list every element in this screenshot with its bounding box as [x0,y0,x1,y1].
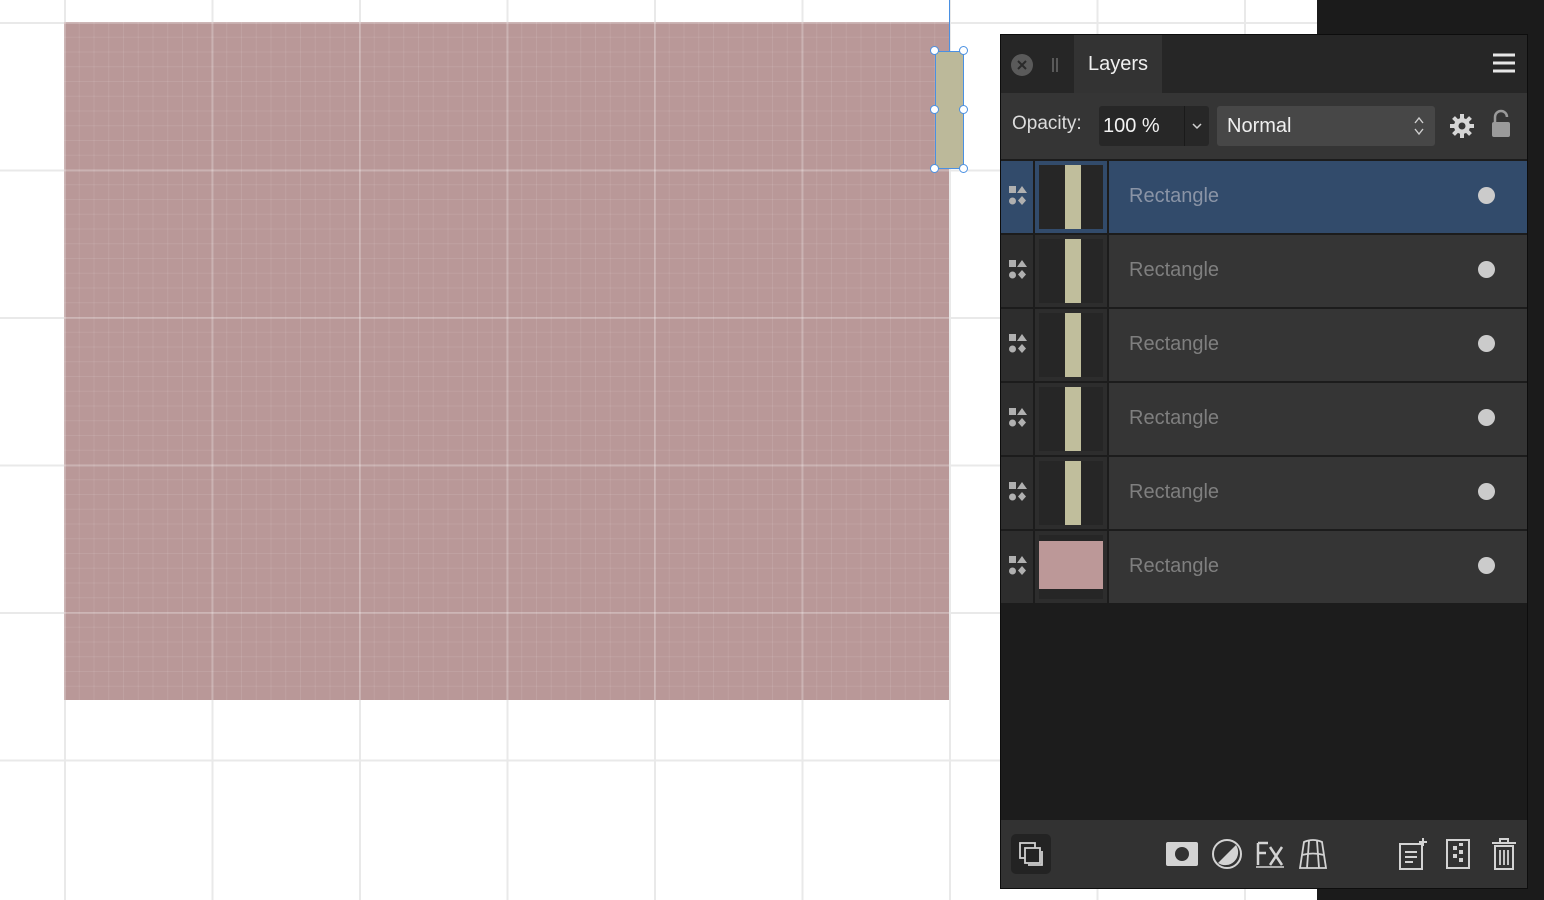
large-rectangle-shape[interactable] [64,22,949,700]
layer-name[interactable]: Rectangle [1129,555,1219,578]
blend-mode-select[interactable]: Normal [1217,106,1435,146]
shape-type-icon [1008,407,1028,431]
layer-thumbnail-cell [1035,457,1109,529]
adjustment-icon[interactable] [1207,834,1247,874]
layer-type-cell [1001,383,1035,455]
mask-icon[interactable] [1162,834,1202,874]
layer-name[interactable]: Rectangle [1129,407,1219,430]
resize-handle-bottom-left[interactable] [930,164,939,173]
shape-type-icon [1008,259,1028,283]
visibility-dot-icon[interactable] [1478,557,1495,574]
layer-thumbnail [1039,313,1103,377]
up-down-arrows-icon [1413,114,1425,138]
visibility-dot-icon[interactable] [1478,261,1495,278]
shape-type-icon [1008,555,1028,579]
layer-name[interactable]: Rectangle [1129,185,1219,208]
layer-thumbnail-cell [1035,309,1109,381]
shape-type-icon [1008,185,1028,209]
layers-panel: Layers Opacity: 100 % Normal Rectangle R… [1000,34,1528,889]
add-pixel-layer-icon[interactable] [1438,834,1478,874]
visibility-dot-icon[interactable] [1478,187,1495,204]
layer-type-cell [1001,235,1035,307]
opacity-field[interactable]: 100 % [1099,106,1209,146]
snapping-guide [949,0,950,52]
panel-header: Layers [1001,35,1527,93]
layer-type-cell [1001,531,1035,603]
layer-name[interactable]: Rectangle [1129,481,1219,504]
resize-handle-bottom-right[interactable] [959,164,968,173]
layer-thumbnail-cell [1035,531,1109,603]
layer-name[interactable]: Rectangle [1129,259,1219,282]
layer-thumbnail [1039,239,1103,303]
gear-icon[interactable] [1449,113,1475,139]
opacity-value[interactable]: 100 % [1103,115,1160,138]
layers-list: Rectangle Rectangle Rectangle Rectangle … [1001,159,1527,603]
shape-type-icon [1008,481,1028,505]
layer-toolbar: Opacity: 100 % Normal [1001,93,1527,159]
shape-type-icon [1008,333,1028,357]
tab-layers[interactable]: Layers [1074,35,1162,93]
layer-thumbnail [1039,461,1103,525]
blend-mode-value: Normal [1227,115,1292,137]
add-layer-icon[interactable] [1393,834,1433,874]
resize-handle-middle-left[interactable] [930,105,939,114]
fx-icon[interactable] [1250,834,1290,874]
layer-thumbnail-cell [1035,383,1109,455]
chevron-down-icon[interactable] [1185,106,1209,146]
layer-name[interactable]: Rectangle [1129,333,1219,356]
layer-type-cell [1001,309,1035,381]
visibility-dot-icon[interactable] [1478,483,1495,500]
resize-handle-top-right[interactable] [959,46,968,55]
layer-type-cell [1001,457,1035,529]
lock-icon[interactable] [1490,109,1512,139]
menu-icon[interactable] [1493,53,1515,73]
grip-icon[interactable] [1050,57,1060,73]
layer-row[interactable]: Rectangle [1001,233,1527,307]
layers-stack-icon[interactable] [1011,834,1051,874]
visibility-dot-icon[interactable] [1478,409,1495,426]
layer-row[interactable]: Rectangle [1001,381,1527,455]
layer-row[interactable]: Rectangle [1001,159,1527,233]
close-icon[interactable] [1011,54,1033,76]
layer-type-cell [1001,161,1035,233]
layer-thumbnail [1039,387,1103,451]
opacity-label: Opacity: [1012,113,1082,134]
mesh-warp-icon[interactable] [1293,834,1333,874]
layer-row[interactable]: Rectangle [1001,307,1527,381]
layer-row[interactable]: Rectangle [1001,529,1527,603]
layer-thumbnail [1039,535,1103,599]
layer-row[interactable]: Rectangle [1001,455,1527,529]
layers-bottom-toolbar [1001,820,1527,888]
resize-handle-top-left[interactable] [930,46,939,55]
layer-thumbnail-cell [1035,235,1109,307]
layer-thumbnail [1039,165,1103,229]
resize-handle-middle-right[interactable] [959,105,968,114]
trash-icon[interactable] [1484,834,1524,874]
tab-layers-label: Layers [1087,52,1149,75]
visibility-dot-icon[interactable] [1478,335,1495,352]
layer-thumbnail-cell [1035,161,1109,233]
